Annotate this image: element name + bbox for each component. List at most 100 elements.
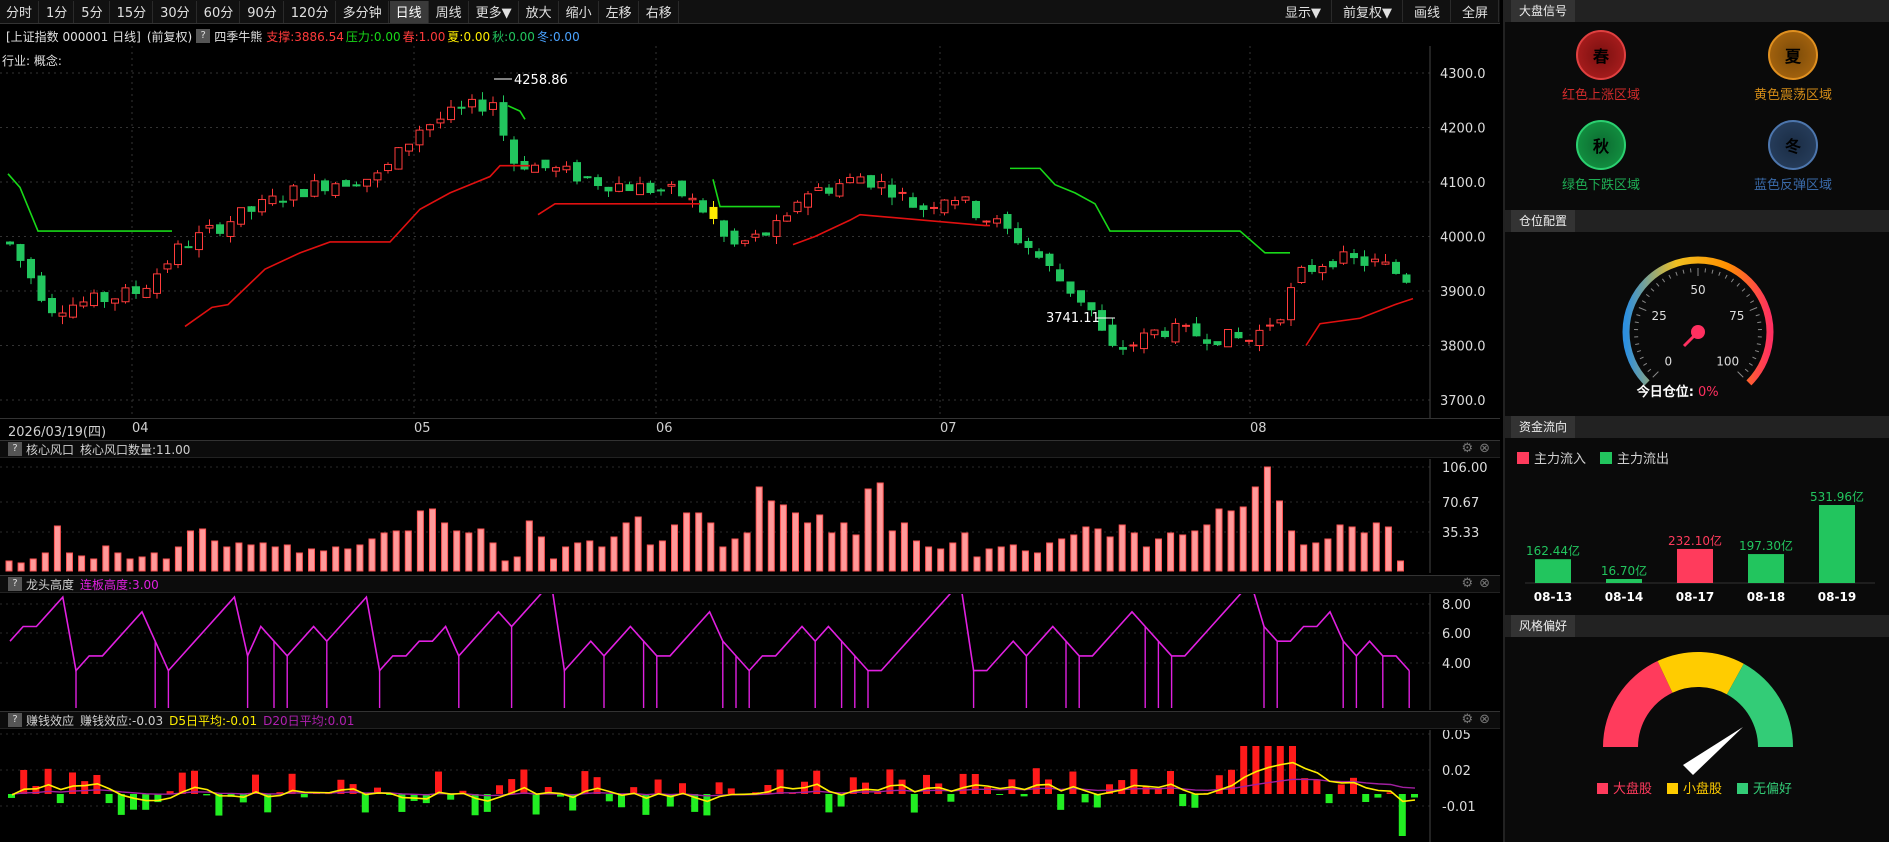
date-label-05: 05 [414,421,431,436]
period-button-15[interactable]: 右移 [640,0,679,23]
toolbar-right-button-0[interactable]: 显示▼ [1275,0,1332,22]
kline-chart[interactable]: 4300.0 4200.0 4100.0 4000.0 3900.0 3800.0 3700… [0,46,1500,418]
period-button-3[interactable]: 15分 [111,0,154,23]
period-button-4[interactable]: 30分 [154,0,197,23]
candle-body [352,184,361,187]
hotspot-bar [513,556,521,572]
candle-body [1266,324,1274,327]
hotspot-bar [380,532,388,572]
hotspot-bar [150,552,158,572]
pane-leader-header: ? 龙头高度 连板高度:3.00 ⚙ ⊗ [0,575,1500,593]
period-button-10[interactable]: 周线 [430,0,469,23]
candle-body [688,197,697,201]
signal-header: 大盘信号 [1505,0,1889,22]
candle-body [1234,331,1243,339]
help-icon[interactable]: ? [8,442,22,456]
gear-icon[interactable]: ⚙ [1461,712,1473,727]
close-icon[interactable]: ⊗ [1479,712,1490,727]
candle-body [1066,281,1075,294]
candle-body [793,201,802,213]
candle-body [982,220,991,223]
candle-body [16,244,25,261]
profit-bar [825,794,833,813]
hotspot-bar [1179,534,1187,572]
toolbar-right-button-3[interactable]: 全屏 [1452,0,1499,22]
profit-bar [44,768,52,794]
signal-winter: 冬 蓝色反弹区域 [1697,120,1889,210]
hotspot-bar [550,558,557,572]
pane3-tick: 0.02 [1442,764,1471,779]
period-button-14[interactable]: 左移 [600,0,639,23]
period-button-1[interactable]: 1分 [40,0,75,23]
candle-body [415,129,424,146]
hotspot-bar [1348,526,1356,572]
candle-body [951,200,959,206]
hotspot-bar [29,558,37,572]
date-axis: 2026/03/19(四) 04 05 06 07 08 [0,418,1500,440]
gauge-tick [1662,278,1666,283]
candle-body [783,215,791,222]
profit-bar [1167,771,1174,794]
period-button-7[interactable]: 120分 [285,0,336,23]
help-icon[interactable]: ? [8,577,22,591]
gauge-label: 75 [1729,309,1744,323]
low-label: 3741.11 [1046,311,1100,326]
period-button-12[interactable]: 放大 [520,0,559,23]
hotspot-bar [1227,510,1235,572]
gauge-tick [1752,356,1757,360]
pane3-tick: -0.01 [1442,800,1476,815]
candle-body [888,184,896,198]
period-button-13[interactable]: 缩小 [560,0,599,23]
pane1-tick: 35.33 [1442,526,1479,541]
hotspot-bar [743,532,751,572]
close-icon[interactable]: ⊗ [1479,441,1490,456]
style-needle [1683,727,1743,775]
period-button-8[interactable]: 多分钟 [337,0,389,23]
price-tick: 3700.0 [1440,394,1486,409]
gauge-tick [1756,343,1761,345]
signal-spring-label: 红色上涨区域 [1561,88,1640,103]
candle-body [247,206,256,212]
candle-body [562,165,571,171]
period-button-0[interactable]: 分时 [0,0,40,23]
candle-body [1119,347,1127,350]
hotspot-bar [477,528,485,572]
period-button-6[interactable]: 90分 [241,0,284,23]
gauge-tick [1682,269,1685,274]
profit-effect-chart[interactable]: 0.05 0.02 -0.01 [0,730,1500,842]
flow-bar [1606,579,1642,583]
signal-summer-label: 黄色震荡区域 [1753,88,1832,103]
candle-body [90,292,98,307]
gear-icon[interactable]: ⚙ [1461,441,1473,456]
candle-body [814,187,823,191]
candle-body [1203,339,1211,344]
profit-bar [1411,794,1418,798]
help-icon[interactable]: ? [8,713,22,727]
period-button-5[interactable]: 60分 [198,0,241,23]
period-button-11[interactable]: 更多▼ [470,0,519,23]
pane3-d20: D20日平均:0.01 [263,713,355,728]
hotspot-bar [888,530,896,572]
period-button-9[interactable]: 日线 [389,0,429,23]
hotspot-bar [792,512,799,572]
candle-body [37,275,46,301]
pane-profit-header: ? 赚钱效应 赚钱效应:-0.03 D5日平均:-0.01 D20日平均:0.0… [0,711,1500,729]
period-button-2[interactable]: 5分 [75,0,110,23]
help-icon[interactable]: ? [196,29,211,43]
summer-badge-icon: 夏 [1768,30,1818,80]
leader-height-chart[interactable]: 8.00 6.00 4.00 [0,594,1500,710]
candle-body [1360,256,1369,266]
hotspot-bar [53,525,61,572]
gauge-label: 25 [1652,309,1667,323]
hotspot-bar [864,488,872,572]
close-icon[interactable]: ⊗ [1479,576,1490,591]
gear-icon[interactable]: ⚙ [1461,576,1473,591]
pane3-value: 赚钱效应:-0.03 [80,713,164,728]
candle-body [216,224,224,234]
toolbar-right-button-1[interactable]: 前复权▼ [1333,0,1403,22]
hotspot-bar-chart[interactable]: 106.00 70.67 35.33 [0,459,1500,573]
candle-body [720,220,728,237]
toolbar-right-button-2[interactable]: 画线 [1404,0,1451,22]
candle-body [48,298,56,314]
profit-bar [1142,786,1150,794]
